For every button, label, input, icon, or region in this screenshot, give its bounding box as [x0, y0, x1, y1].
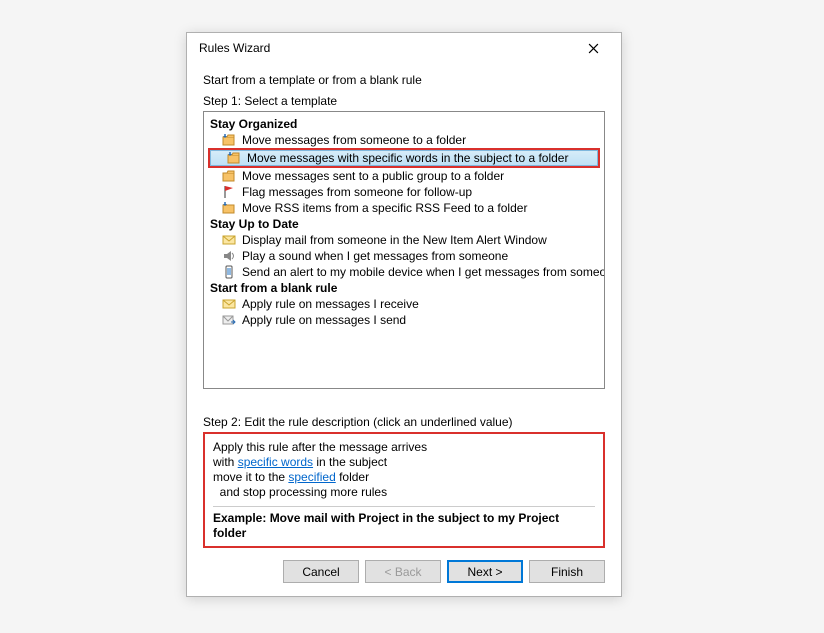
group-blank-rule: Start from a blank rule [206, 280, 602, 296]
template-move-public-group[interactable]: Move messages sent to a public group to … [206, 168, 602, 184]
template-label: Move messages with specific words in the… [247, 150, 593, 166]
desc-line-1: Apply this rule after the message arrive… [213, 440, 595, 455]
desc-text: move it to the [213, 470, 288, 484]
mobile-icon [222, 265, 236, 279]
envelope-icon [222, 297, 236, 311]
template-listbox[interactable]: Stay Organized Move messages from someon… [203, 111, 605, 389]
finish-button[interactable]: Finish [529, 560, 605, 583]
desc-text: with [213, 455, 238, 469]
template-blank-receive[interactable]: Apply rule on messages I receive [206, 296, 602, 312]
template-blank-send[interactable]: Apply rule on messages I send [206, 312, 602, 328]
close-icon [588, 43, 599, 54]
titlebar: Rules Wizard [187, 33, 621, 63]
folder-move-icon [222, 133, 236, 147]
envelope-send-icon [222, 313, 236, 327]
desc-example: Example: Move mail with Project in the s… [213, 511, 595, 541]
template-move-from-someone[interactable]: Move messages from someone to a folder [206, 132, 602, 148]
template-label: Apply rule on messages I receive [242, 296, 598, 312]
template-label: Move messages from someone to a folder [242, 132, 598, 148]
template-move-rss[interactable]: Move RSS items from a specific RSS Feed … [206, 200, 602, 216]
divider [213, 506, 595, 507]
template-mobile-alert[interactable]: Send an alert to my mobile device when I… [206, 264, 602, 280]
back-button[interactable]: < Back [365, 560, 441, 583]
rule-description-box: Apply this rule after the message arrive… [203, 432, 605, 548]
folder-move-icon [227, 151, 241, 165]
template-move-specific-words[interactable]: Move messages with specific words in the… [210, 150, 598, 166]
next-button[interactable]: Next > [447, 560, 523, 583]
template-label: Display mail from someone in the New Ite… [242, 232, 598, 248]
desc-line-2: with specific words in the subject [213, 455, 595, 470]
template-label: Send an alert to my mobile device when I… [242, 264, 605, 280]
template-label: Play a sound when I get messages from so… [242, 248, 598, 264]
dialog-content: Start from a template or from a blank ru… [187, 63, 621, 596]
dialog-title: Rules Wizard [199, 41, 573, 55]
link-specific-words[interactable]: specific words [238, 455, 313, 469]
step2-label: Step 2: Edit the rule description (click… [203, 415, 605, 429]
rules-wizard-dialog: Rules Wizard Start from a template or fr… [186, 32, 622, 597]
cancel-button[interactable]: Cancel [283, 560, 359, 583]
link-specified-folder[interactable]: specified [288, 470, 335, 484]
template-label: Apply rule on messages I send [242, 312, 598, 328]
template-label: Flag messages from someone for follow-up [242, 184, 598, 200]
template-display-alert[interactable]: Display mail from someone in the New Ite… [206, 232, 602, 248]
flag-icon [222, 185, 236, 199]
close-button[interactable] [573, 35, 613, 61]
desc-text: in the subject [313, 455, 387, 469]
speaker-icon [222, 249, 236, 263]
selection-highlight: Move messages with specific words in the… [208, 148, 600, 168]
intro-text: Start from a template or from a blank ru… [203, 73, 605, 87]
step1-label: Step 1: Select a template [203, 94, 605, 108]
template-label: Move messages sent to a public group to … [242, 168, 598, 184]
group-stay-up-to-date: Stay Up to Date [206, 216, 602, 232]
desc-line-3: move it to the specified folder [213, 470, 595, 485]
folder-move-icon [222, 201, 236, 215]
template-play-sound[interactable]: Play a sound when I get messages from so… [206, 248, 602, 264]
envelope-icon [222, 233, 236, 247]
desc-line-4: and stop processing more rules [213, 485, 595, 500]
folder-move-icon [222, 169, 236, 183]
desc-text: folder [336, 470, 369, 484]
template-flag-followup[interactable]: Flag messages from someone for follow-up [206, 184, 602, 200]
template-label: Move RSS items from a specific RSS Feed … [242, 200, 598, 216]
button-row: Cancel < Back Next > Finish [203, 548, 605, 585]
group-stay-organized: Stay Organized [206, 116, 602, 132]
